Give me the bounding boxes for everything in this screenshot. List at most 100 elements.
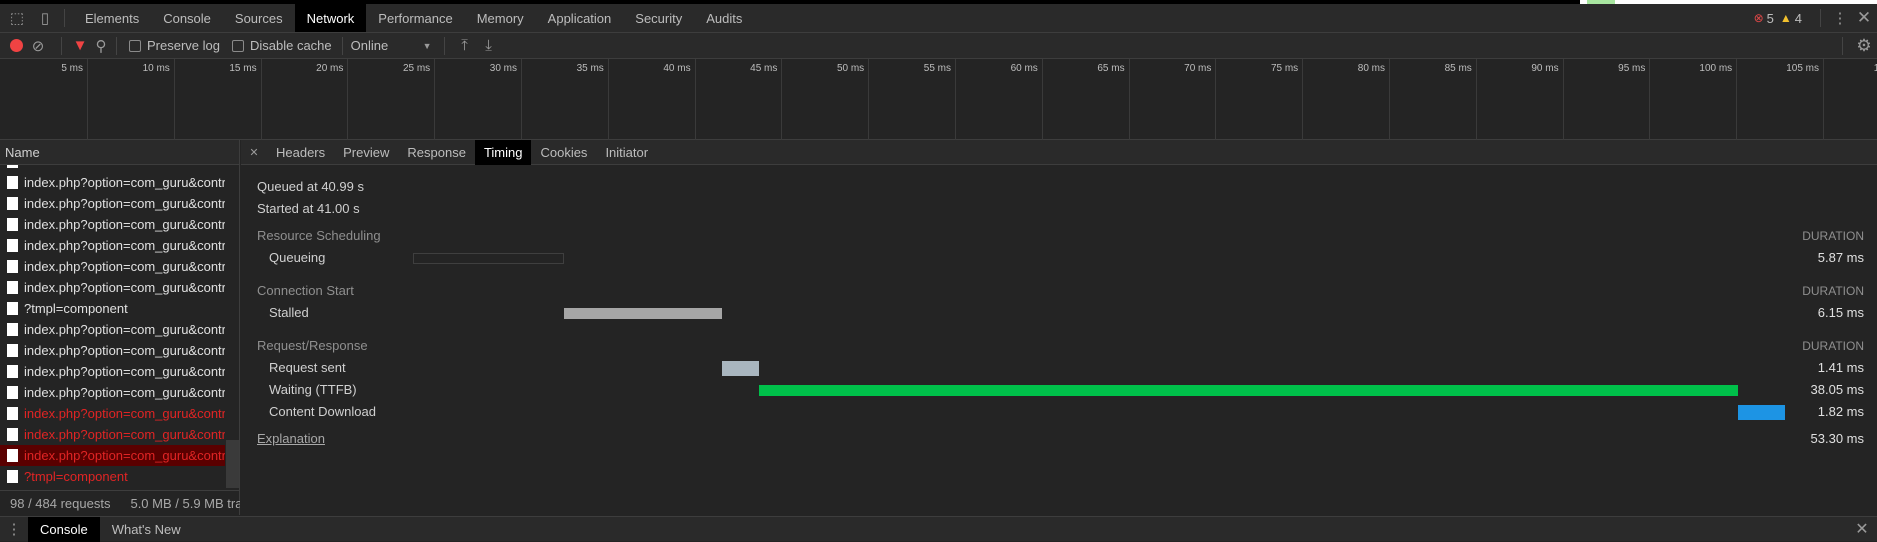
- request-row[interactable]: index.php?option=com_guru&control.: [0, 319, 225, 340]
- throttling-select[interactable]: Online: [351, 38, 423, 53]
- drawer-tab-whats-new[interactable]: What's New: [100, 517, 193, 542]
- network-summary-bar: 98 / 484 requests 5.0 MB / 5.9 MB transf…: [0, 490, 240, 515]
- detail-tab-headers[interactable]: Headers: [267, 140, 334, 165]
- disable-cache-label: Disable cache: [249, 38, 332, 53]
- timing-bar-waiting-ttfb: [758, 385, 1739, 396]
- file-icon: [7, 218, 18, 231]
- inspect-element-icon[interactable]: ⬚: [0, 9, 34, 27]
- warning-icon[interactable]: ▲: [1780, 11, 1792, 25]
- timing-row-label: Waiting (TTFB): [269, 382, 357, 397]
- request-name: index.php?option=com_guru&control.: [24, 196, 225, 211]
- request-row[interactable]: ?tmpl=component: [0, 298, 225, 319]
- detail-tab-response[interactable]: Response: [398, 140, 475, 165]
- network-overview-timeline[interactable]: 5 ms 10 ms 15 ms 20 ms 25 ms 30 ms 35 ms 40 ms 4…: [0, 59, 1877, 140]
- overview-tick-label: 65 ms: [1097, 63, 1125, 74]
- overview-gridline: [1302, 59, 1304, 140]
- tab-audits[interactable]: Audits: [694, 4, 754, 32]
- close-detail-icon[interactable]: ✕: [241, 146, 267, 159]
- export-har-icon[interactable]: ⤓: [477, 37, 501, 54]
- preserve-log-checkbox[interactable]: Preserve log: [129, 38, 220, 53]
- import-har-icon[interactable]: ⤒: [453, 37, 477, 54]
- request-name: index.php?option=com_guru&control.: [24, 406, 225, 421]
- tab-security[interactable]: Security: [623, 4, 694, 32]
- detail-tab-preview[interactable]: Preview: [334, 140, 398, 165]
- filter-icon[interactable]: ▼: [70, 37, 90, 54]
- warning-count[interactable]: 4: [1795, 11, 1802, 26]
- overview-gridline: [694, 59, 696, 140]
- chevron-down-icon[interactable]: ▼: [423, 41, 432, 51]
- overview-tick-label: 95 ms: [1618, 63, 1646, 74]
- transferred-size: 5.0 MB / 5.9 MB transferred: [130, 495, 240, 511]
- request-row[interactable]: index.php?option=com_guru&control.: [0, 193, 225, 214]
- timing-section-title: Resource Scheduling: [257, 228, 381, 243]
- tab-performance[interactable]: Performance: [366, 4, 464, 32]
- request-row-partial[interactable]: [0, 165, 225, 172]
- request-row[interactable]: index.php?option=com_guru&control.: [0, 361, 225, 382]
- overview-gridline: [1562, 59, 1564, 140]
- tab-network[interactable]: Network: [294, 4, 367, 32]
- close-devtools-icon[interactable]: ✕: [1851, 8, 1877, 28]
- name-column-header[interactable]: Name: [0, 140, 239, 165]
- tab-console[interactable]: Console: [151, 4, 223, 32]
- request-row[interactable]: index.php?option=com_guru&control.: [0, 340, 225, 361]
- timing-row-label: Request sent: [269, 360, 346, 375]
- request-list-scrollbar[interactable]: [226, 440, 239, 488]
- detail-tab-initiator[interactable]: Initiator: [596, 140, 657, 165]
- timing-duration-value: 1.82 ms: [1817, 404, 1864, 419]
- error-count[interactable]: 5: [1767, 11, 1774, 26]
- request-row[interactable]: index.php?option=com_guru&control.: [0, 403, 225, 424]
- request-name: index.php?option=com_guru&control.: [24, 364, 225, 379]
- error-icon[interactable]: ⊗: [1754, 11, 1764, 25]
- request-count: 98 / 484 requests: [10, 495, 111, 511]
- detail-tab-cookies[interactable]: Cookies: [531, 140, 596, 165]
- search-icon[interactable]: ⚲: [90, 37, 112, 55]
- timing-row-label: Content Download: [269, 404, 376, 419]
- clear-icon[interactable]: ⊘: [23, 37, 53, 55]
- request-list: index.php?option=com_guru&control. index.…: [0, 165, 239, 490]
- timing-bar-request-sent: [722, 361, 759, 376]
- started-at: Started at 41.00 s: [257, 201, 360, 216]
- disable-cache-checkbox[interactable]: Disable cache: [231, 38, 332, 53]
- main-tabs: Elements Console Sources Network Performance…: [73, 4, 754, 32]
- timing-duration-value: 1.41 ms: [1817, 360, 1864, 375]
- request-row[interactable]: ?tmpl=component: [0, 466, 225, 487]
- overview-tick-label: 25 ms: [402, 63, 431, 74]
- request-name: index.php?option=com_guru&control.: [24, 175, 225, 190]
- timing-section-title: Request/Response: [257, 338, 368, 353]
- tab-elements[interactable]: Elements: [73, 4, 151, 32]
- request-row[interactable]: index.php?option=com_guru&control.: [0, 424, 225, 445]
- request-row[interactable]: index.php?option=com_guru&control.: [0, 445, 225, 466]
- device-toolbar-icon[interactable]: ▯: [34, 9, 56, 27]
- overview-tick-label: 110 ms: [1873, 63, 1877, 74]
- request-row[interactable]: index.php?option=com_guru&control.: [0, 382, 225, 403]
- overview-gridline: [607, 59, 609, 140]
- tab-sources[interactable]: Sources: [223, 4, 295, 32]
- request-row[interactable]: index.php?option=com_guru&control.: [0, 277, 225, 298]
- overview-gridline: [1736, 59, 1738, 140]
- overview-tick-label: 50 ms: [836, 63, 865, 74]
- drawer-menu-icon[interactable]: ⋮: [0, 520, 28, 538]
- request-row[interactable]: index.php?option=com_guru&control.: [0, 235, 225, 256]
- request-name: index.php?option=com_guru&control.: [24, 259, 225, 274]
- overview-gridline: [1823, 59, 1824, 140]
- more-options-icon[interactable]: ⋮: [1829, 9, 1851, 27]
- detail-tab-timing[interactable]: Timing: [474, 139, 532, 165]
- record-button[interactable]: [10, 39, 23, 52]
- settings-gear-icon[interactable]: ⚙: [1851, 36, 1877, 56]
- overview-gridline: [434, 59, 436, 140]
- request-detail-panel: ✕ Headers Preview Response Timing Cookies Ini…: [241, 139, 1877, 515]
- request-row[interactable]: index.php?option=com_guru&control.: [0, 214, 225, 235]
- explanation-link[interactable]: Explanation: [257, 431, 325, 446]
- request-row[interactable]: index.php?option=com_guru&control.: [0, 172, 225, 193]
- tab-application[interactable]: Application: [536, 4, 624, 32]
- drawer-tab-console[interactable]: Console: [28, 516, 100, 542]
- tab-memory[interactable]: Memory: [465, 4, 536, 32]
- timing-panel: Queued at 40.99 s Started at 41.00 s Res…: [241, 165, 1877, 515]
- timing-row-label: Queueing: [269, 250, 326, 265]
- overview-gridline: [173, 59, 175, 140]
- devtools-tab-bar: ⬚ ▯ Elements Console Sources Network Perform…: [0, 4, 1877, 33]
- overview-gridline: [1041, 59, 1043, 140]
- file-icon: [7, 344, 18, 357]
- close-drawer-icon[interactable]: ✕: [1847, 519, 1877, 539]
- request-row[interactable]: index.php?option=com_guru&control.: [0, 256, 225, 277]
